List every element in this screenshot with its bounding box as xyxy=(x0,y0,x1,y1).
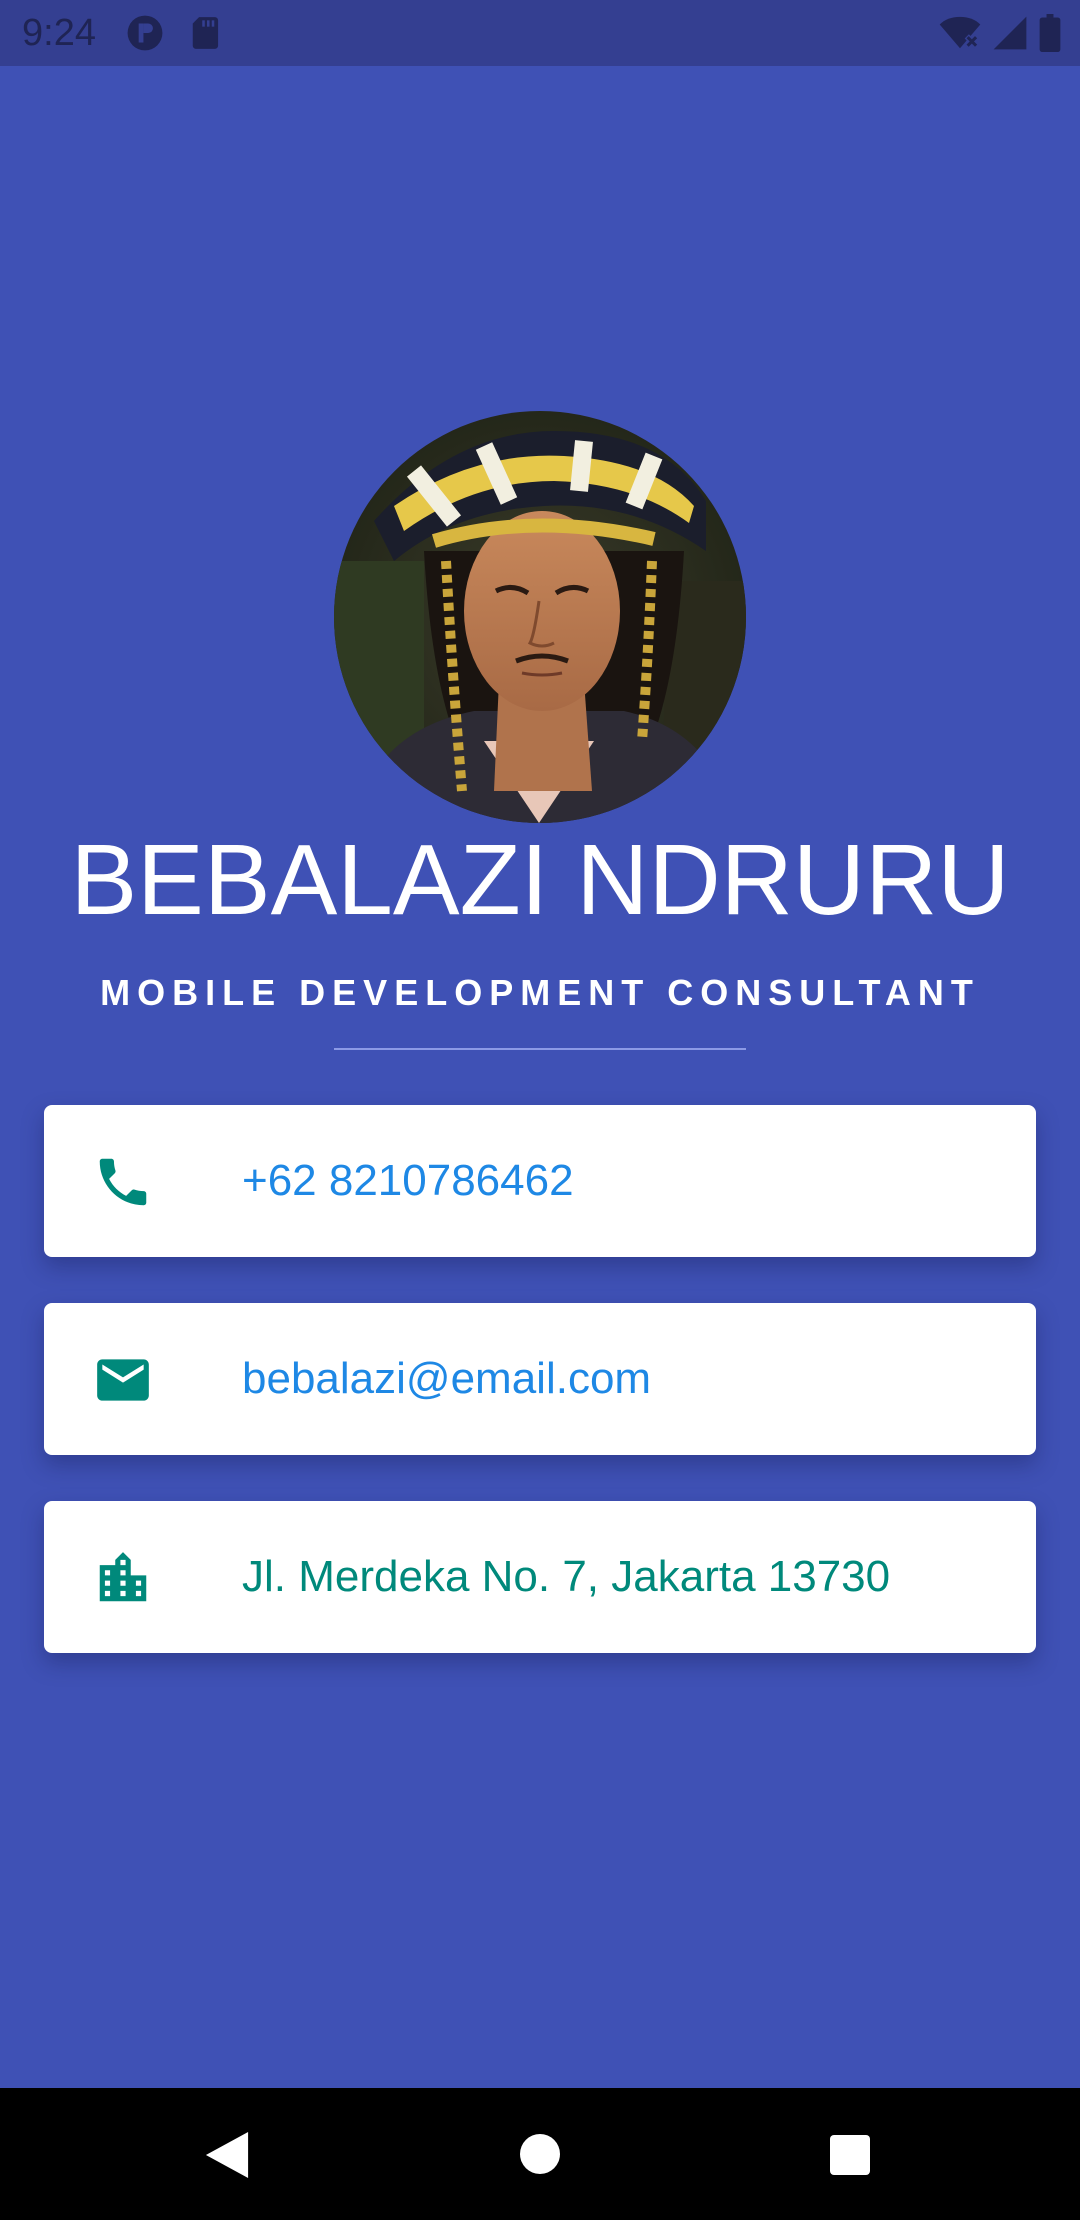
phone-card[interactable]: +62 8210786462 xyxy=(44,1105,1036,1257)
cell-signal-icon xyxy=(993,16,1027,50)
sd-card-icon xyxy=(192,17,219,49)
address-card[interactable]: Jl. Merdeka No. 7, Jakarta 13730 xyxy=(44,1501,1036,1653)
divider xyxy=(334,1048,746,1050)
profile-name: BEBALAZI NDRURU xyxy=(70,824,1010,936)
profile-title: MOBILE DEVELOPMENT CONSULTANT xyxy=(100,972,980,1013)
email-card[interactable]: bebalazi@email.com xyxy=(44,1303,1036,1455)
battery-icon xyxy=(1039,14,1061,52)
recents-icon[interactable] xyxy=(830,2135,870,2175)
navigation-bar xyxy=(0,2088,1080,2220)
back-icon[interactable] xyxy=(205,2132,249,2178)
profile-photo xyxy=(334,411,746,823)
phone-icon xyxy=(99,1158,147,1206)
building-icon xyxy=(99,1552,147,1602)
email-address[interactable]: bebalazi@email.com xyxy=(242,1303,651,1455)
status-right-icons xyxy=(938,14,1062,52)
status-bar: 9:24 xyxy=(0,0,1080,66)
status-time: 9:24 xyxy=(22,12,96,54)
profile-avatar xyxy=(334,411,746,823)
wifi-off-icon xyxy=(939,16,981,49)
home-icon[interactable] xyxy=(520,2134,560,2174)
email-icon xyxy=(97,1359,149,1401)
street-address[interactable]: Jl. Merdeka No. 7, Jakarta 13730 xyxy=(242,1501,890,1653)
app-indicator-icon xyxy=(127,15,163,51)
phone-number[interactable]: +62 8210786462 xyxy=(242,1105,574,1257)
